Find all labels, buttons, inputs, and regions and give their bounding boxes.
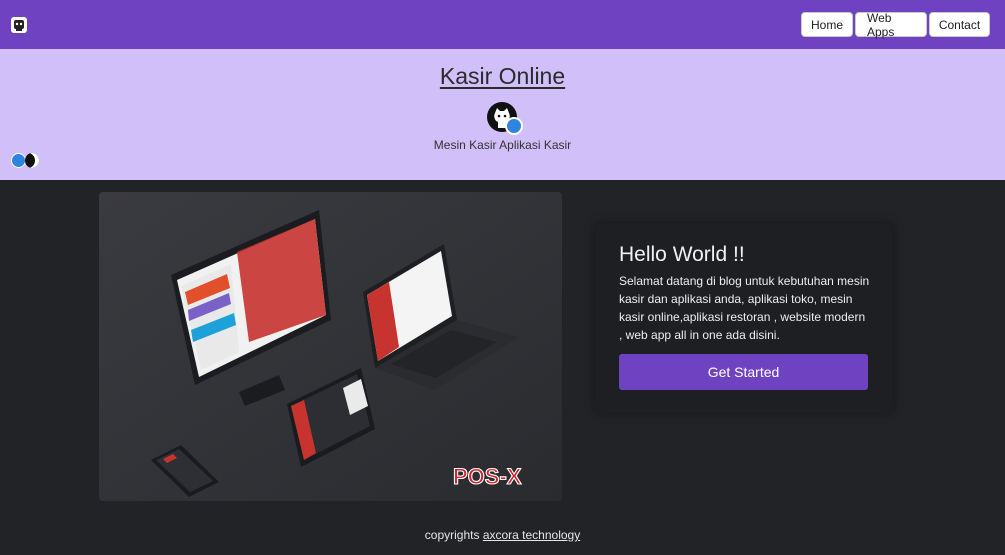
toggle-knob: [11, 153, 26, 168]
nav-menu: Home Web Apps Contact: [801, 11, 990, 39]
top-navbar: Home Web Apps Contact: [0, 0, 1005, 49]
site-title[interactable]: Kasir Online: [0, 63, 1005, 90]
site-subtitle: Mesin Kasir Aplikasi Kasir: [433, 138, 572, 152]
nav-contact-button[interactable]: Contact: [929, 12, 990, 37]
nav-home-button[interactable]: Home: [801, 12, 853, 37]
intro-title: Hello World !!: [619, 243, 745, 266]
footer: copyrights axcora technology: [0, 528, 1005, 542]
copyright-prefix: copyrights: [424, 528, 480, 542]
moon-icon: [25, 153, 39, 168]
product-hero-image: POS-X: [99, 192, 562, 501]
hero-banner: Kasir Online Mesin Kasir Aplikasi Kasir: [0, 49, 1005, 180]
nav-web-apps-button[interactable]: Web Apps: [855, 11, 927, 39]
intro-card: Hello World !! Selamat datang di blog un…: [595, 223, 893, 413]
github-octocat-icon[interactable]: [11, 17, 27, 33]
intro-text: Selamat datang di blog untuk kebutuhan m…: [619, 274, 870, 342]
pos-x-brand: POS-X: [453, 464, 522, 489]
verified-badge-icon: [505, 117, 523, 135]
footer-company-link[interactable]: axcora technology: [483, 528, 580, 542]
get-started-button[interactable]: Get Started: [619, 354, 868, 390]
theme-toggle-icon[interactable]: [11, 153, 39, 168]
